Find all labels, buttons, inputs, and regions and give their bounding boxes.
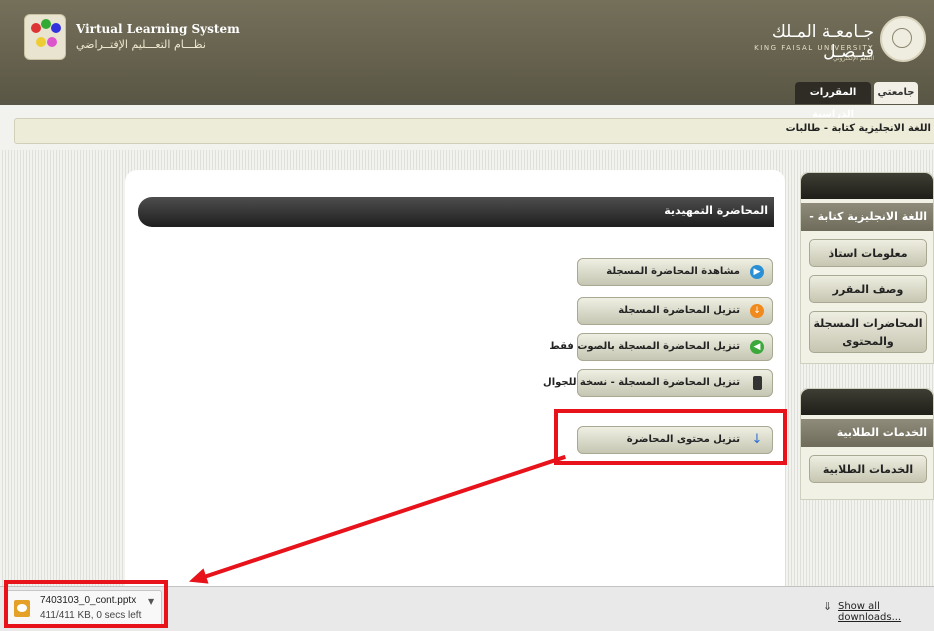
highlight-box (4, 580, 168, 628)
play-icon: ▶ (750, 265, 764, 279)
university-name-en: KING FAISAL UNIVERSITY (754, 44, 874, 52)
download-audio-only-button[interactable]: ◀ تنزيل المحاضرة المسجلة بالصوت فقط (549, 333, 773, 361)
menu-label: تنزيل المحاضرة المسجلة بالصوت فقط (549, 341, 740, 352)
tab-my-university[interactable]: جامعتي (874, 82, 918, 104)
audio-icon: ◀ (750, 340, 764, 354)
sidebar-item-recorded-lectures[interactable]: المحاضرات المسجلة والمحتوى (809, 311, 927, 353)
vls-subtitle: نظـــام التعـــليم الإفتــراضي (76, 38, 206, 51)
tab-courses[interactable]: المقررات الدراسية (795, 82, 871, 120)
download-icon: ⇓ (823, 600, 833, 613)
sidebar-item-instructor-info[interactable]: معلومات استاذ المقرر (809, 239, 927, 288)
watch-recorded-lecture-button[interactable]: ▶ مشاهدة المحاضرة المسجلة (577, 258, 773, 286)
lecture-title: المحاضرة التمهيدية (664, 204, 768, 217)
show-all-downloads-link[interactable]: Show all downloads... (838, 601, 934, 623)
download-mobile-version-button[interactable]: تنزيل المحاضرة المسجلة - نسخة للجوال (543, 369, 773, 397)
sidebar-top-bar (801, 173, 933, 199)
course-sidebar-title: اللغة الانجليزية كتابة - طالبات (801, 203, 933, 251)
sidebar-item-course-description[interactable]: وصف المقرر (809, 275, 927, 303)
vls-title: Virtual Learning System (76, 22, 240, 36)
menu-label: مشاهدة المحاضرة المسجلة (606, 266, 740, 277)
vls-logo-icon (24, 14, 66, 60)
university-subtitle: التعلم الإلكتروني (832, 55, 874, 62)
lecture-header: المحاضرة التمهيدية (138, 197, 774, 227)
breadcrumb-course-link[interactable]: اللغة الانجليزية كتابة - طالبات (786, 123, 931, 134)
mobile-icon (753, 376, 762, 390)
course-sidebar: اللغة الانجليزية كتابة - طالبات معلومات … (800, 172, 934, 364)
sidebar-top-bar (801, 389, 933, 415)
breadcrumb: اللغة الانجليزية كتابة - طالبات (14, 118, 934, 144)
university-seal-icon (880, 16, 926, 62)
services-sidebar: الخدمات الطلابية الخدمات الطلابية (800, 388, 934, 500)
menu-label: تنزيل المحاضرة المسجلة - نسخة للجوال (543, 377, 740, 388)
services-sidebar-title: الخدمات الطلابية (801, 419, 933, 447)
highlight-box (554, 409, 787, 465)
menu-label: تنزيل المحاضرة المسجلة (618, 305, 740, 316)
download-orange-icon: ↓ (750, 304, 764, 318)
sidebar-item-student-services[interactable]: الخدمات الطلابية (809, 455, 927, 483)
download-recorded-lecture-button[interactable]: ↓ تنزيل المحاضرة المسجلة (577, 297, 773, 325)
